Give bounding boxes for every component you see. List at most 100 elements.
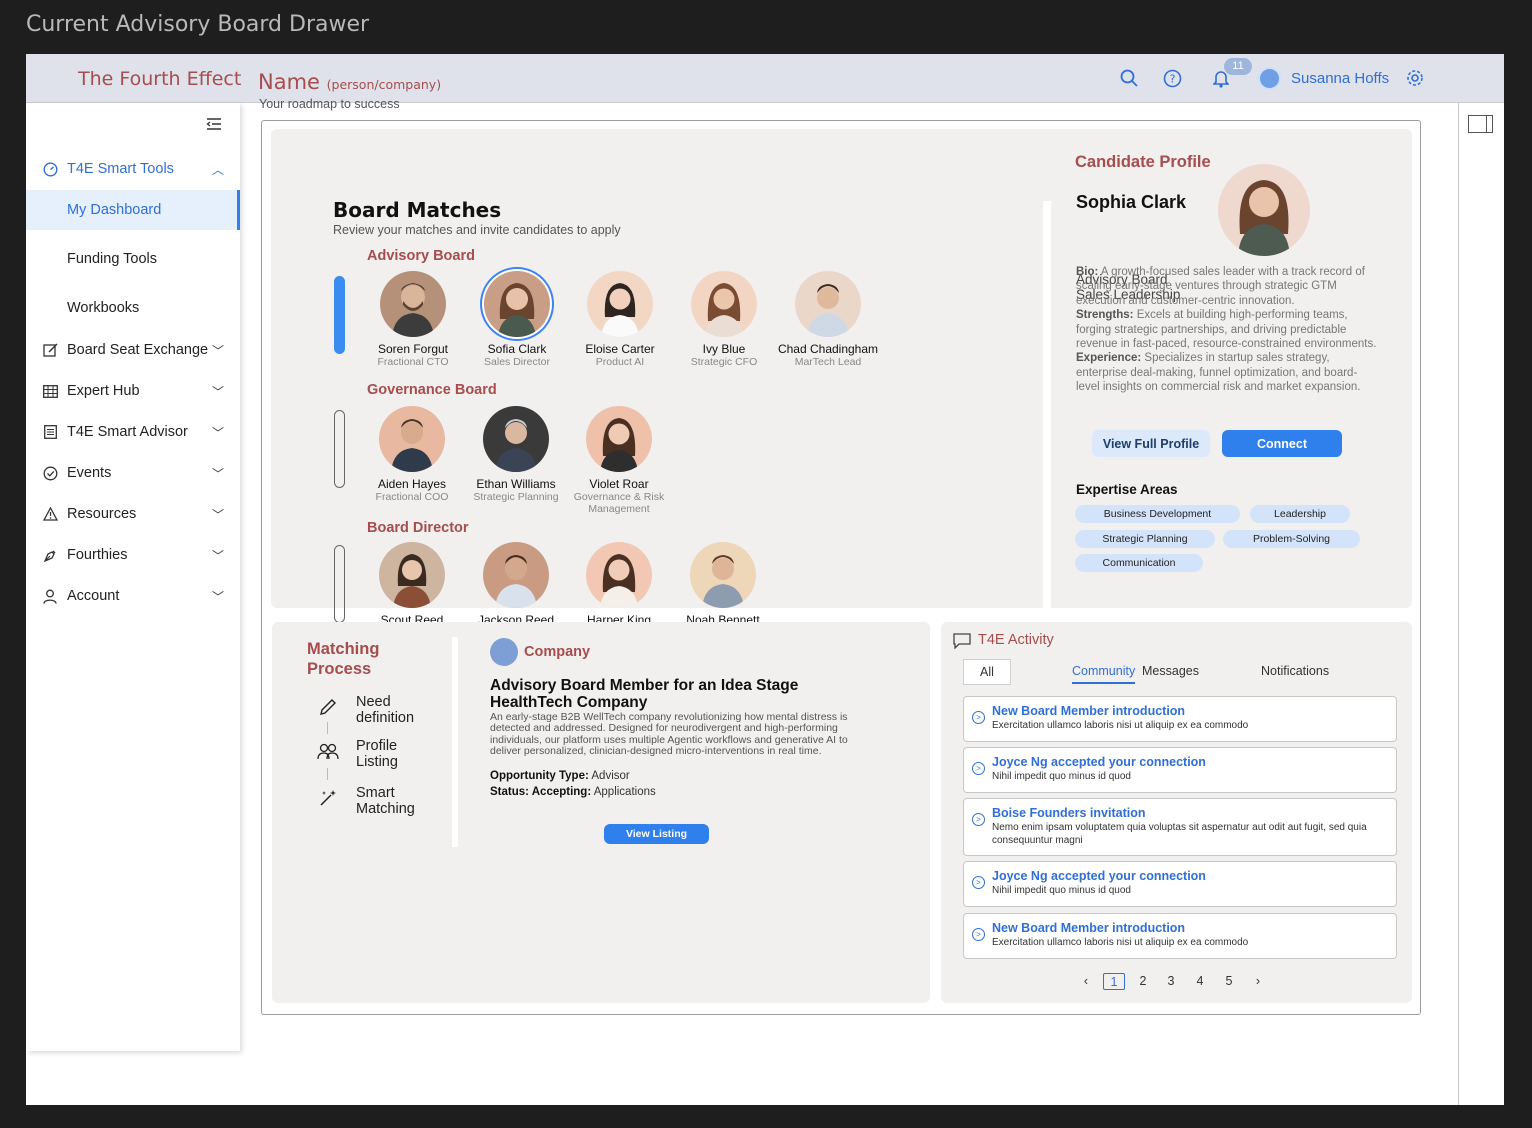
help-icon[interactable]: ? xyxy=(1161,67,1183,89)
nav-expert-hub[interactable]: Expert Hub ﹀ xyxy=(26,371,240,411)
tab-messages[interactable]: Messages xyxy=(1142,664,1199,678)
pager-next-icon[interactable]: › xyxy=(1247,974,1269,988)
warning-triangle-icon xyxy=(42,506,58,522)
candidate-name: Ivy Blue xyxy=(702,342,746,356)
arrow-circle-icon: > xyxy=(972,711,985,724)
pager-page[interactable]: 1 xyxy=(1103,973,1125,990)
activity-title: T4E Activity xyxy=(978,632,1054,648)
nav-label: Account xyxy=(67,588,120,604)
strengths-label: Strengths: xyxy=(1076,309,1134,322)
activity-item[interactable]: > Boise Founders invitation Nemo enim ip… xyxy=(963,798,1397,856)
page-title-suffix: (person/company) xyxy=(326,77,442,92)
board-director-scroll-indicator[interactable] xyxy=(334,545,345,623)
panel-toggle-icon[interactable] xyxy=(1468,115,1493,133)
activity-item-title: New Board Member introduction xyxy=(992,921,1186,935)
pager-page[interactable]: 5 xyxy=(1218,974,1240,988)
board-matches-title: Board Matches xyxy=(333,198,502,222)
user-name[interactable]: Susanna Hoffs xyxy=(1291,70,1389,87)
expertise-chip: Communication xyxy=(1075,554,1203,572)
settings-gear-icon[interactable] xyxy=(1404,67,1426,89)
pager-prev-icon[interactable]: ‹ xyxy=(1075,974,1097,988)
nav-board-seat-exchange[interactable]: Board Seat Exchange ﹀ xyxy=(26,330,240,370)
activity-item[interactable]: > New Board Member introduction Exercita… xyxy=(963,913,1397,959)
candidate-role: Strategic CFO xyxy=(690,356,758,368)
tab-all[interactable]: All xyxy=(963,659,1011,685)
activity-item[interactable]: > Joyce Ng accepted your connection Nihi… xyxy=(963,861,1397,907)
candidate-name: Aiden Hayes xyxy=(377,477,447,491)
candidate-card[interactable]: Ethan Williams Strategic Planning xyxy=(461,406,571,503)
candidate-card-selected[interactable]: Sofia Clark Sales Director xyxy=(462,271,572,368)
avatar xyxy=(690,542,756,608)
nav-t4e-smart-advisor[interactable]: T4E Smart Advisor ﹀ xyxy=(26,412,240,452)
nav-fourthies[interactable]: Fourthies ﹀ xyxy=(26,535,240,575)
candidate-name: Chad Chadingham xyxy=(777,342,879,356)
view-full-profile-button[interactable]: View Full Profile xyxy=(1092,430,1210,457)
brand-logo[interactable]: The Fourth Effect xyxy=(78,68,241,90)
matching-process-title: Matching Process xyxy=(307,639,379,679)
nav-t4e-smart-tools[interactable]: T4E Smart Tools ︿ xyxy=(26,149,240,189)
section-board-director: Board Director xyxy=(367,520,469,536)
step-connector xyxy=(327,722,328,734)
nav-label: T4E Smart Tools xyxy=(67,161,174,177)
nav-label: My Dashboard xyxy=(67,202,162,218)
activity-item[interactable]: > Joyce Ng accepted your connection Nihi… xyxy=(963,747,1397,793)
candidate-role: Governance & Risk Management xyxy=(573,491,665,515)
chevron-down-icon: ﹀ xyxy=(212,589,225,604)
nav-funding-tools[interactable]: Funding Tools xyxy=(26,239,240,279)
nav-label: Fourthies xyxy=(67,547,128,563)
nav-workbooks[interactable]: Workbooks xyxy=(26,288,240,328)
candidate-role: Fractional COO xyxy=(375,491,449,503)
right-drawer-rail xyxy=(1458,103,1504,1105)
panel-divider xyxy=(1043,201,1051,639)
candidate-profile-heading: Candidate Profile xyxy=(1075,153,1211,171)
user-avatar[interactable] xyxy=(1258,67,1281,90)
nav-label: T4E Smart Advisor xyxy=(67,424,188,440)
candidate-name: Sofia Clark xyxy=(487,342,547,356)
nav-label: Funding Tools xyxy=(67,251,158,267)
candidate-name: Ethan Williams xyxy=(476,477,556,491)
search-icon[interactable] xyxy=(1118,67,1140,89)
advisory-board-scroll-indicator[interactable] xyxy=(334,276,345,354)
view-listing-button[interactable]: View Listing xyxy=(604,824,709,844)
step-label-line: Need xyxy=(356,694,391,710)
listing-status: Status: Accepting: Applications xyxy=(490,786,656,798)
pager-page[interactable]: 3 xyxy=(1160,974,1182,988)
check-circle-icon xyxy=(42,465,58,481)
people-icon xyxy=(316,739,340,763)
listing-description: An early-stage B2B WellTech company revo… xyxy=(490,711,848,757)
avatar xyxy=(484,271,550,337)
expertise-chip: Leadership xyxy=(1250,505,1350,523)
avatar xyxy=(379,542,445,608)
nav-account[interactable]: Account ﹀ xyxy=(26,576,240,616)
tab-notifications[interactable]: Notifications xyxy=(1261,664,1329,678)
candidate-role: Fractional CTO xyxy=(377,356,449,368)
experience-label: Experience: xyxy=(1076,352,1142,365)
step-label-line: Listing xyxy=(356,754,398,770)
governance-board-scroll-indicator[interactable] xyxy=(334,410,345,488)
candidate-name: Eloise Carter xyxy=(585,342,655,356)
nav-my-dashboard[interactable]: My Dashboard xyxy=(26,190,240,230)
avatar xyxy=(380,271,446,337)
page-subtitle: Your roadmap to success xyxy=(259,97,400,111)
frame-title: Current Advisory Board Drawer xyxy=(26,12,370,37)
candidate-card[interactable]: Chad Chadingham MarTech Lead xyxy=(773,271,883,368)
activity-item-title: New Board Member introduction xyxy=(992,704,1186,718)
user-icon xyxy=(42,588,58,604)
candidate-card[interactable]: Soren Forgut Fractional CTO xyxy=(358,271,468,368)
candidate-bio: Bio: A growth-focused sales leader with … xyxy=(1076,265,1378,395)
tab-community[interactable]: Community xyxy=(1072,664,1136,684)
connect-button[interactable]: Connect xyxy=(1222,430,1342,457)
chevron-down-icon: ﹀ xyxy=(212,507,225,522)
candidate-card[interactable]: Violet Roar Governance & Risk Management xyxy=(564,406,674,515)
activity-item[interactable]: > New Board Member introduction Exercita… xyxy=(963,696,1397,742)
expertise-heading: Expertise Areas xyxy=(1076,482,1178,497)
activity-item-desc: Exercitation ullamco laboris nisi ut ali… xyxy=(992,937,1249,948)
candidate-card[interactable]: Eloise Carter Product AI xyxy=(565,271,675,368)
candidate-card[interactable]: Ivy Blue Strategic CFO xyxy=(669,271,779,368)
pager-page[interactable]: 4 xyxy=(1189,974,1211,988)
nav-resources[interactable]: Resources ﹀ xyxy=(26,494,240,534)
nav-events[interactable]: Events ﹀ xyxy=(26,453,240,493)
candidate-card[interactable]: Aiden Hayes Fractional COO xyxy=(357,406,467,503)
pager-page[interactable]: 2 xyxy=(1132,974,1154,988)
collapse-menu-icon[interactable] xyxy=(206,117,222,136)
